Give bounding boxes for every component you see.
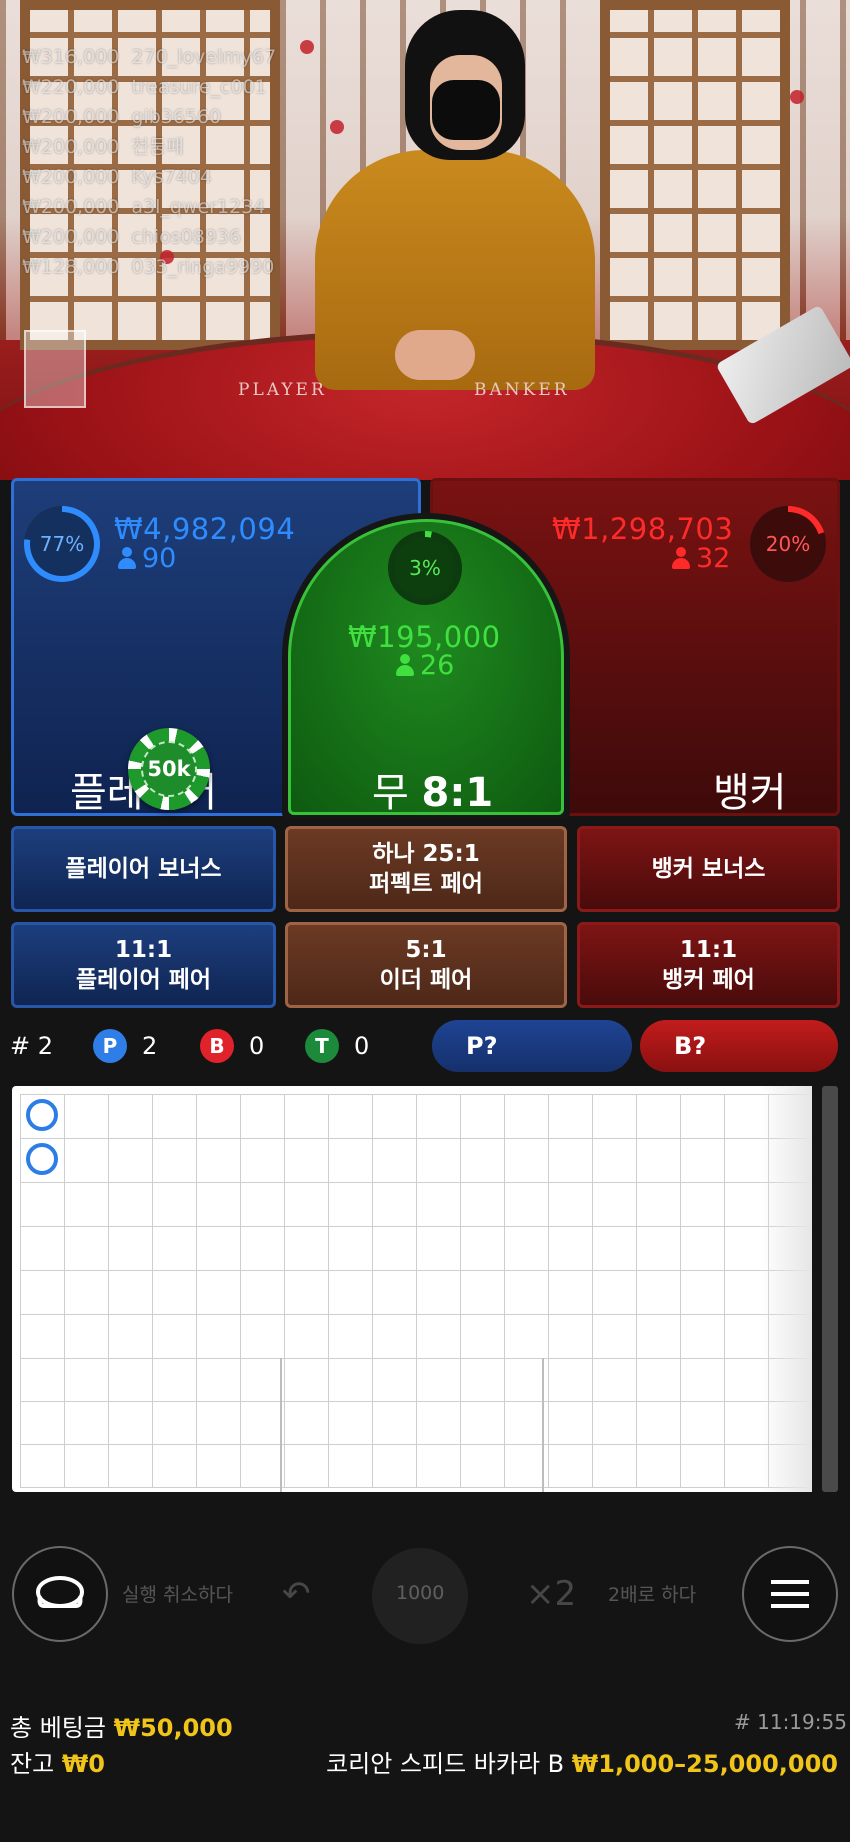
- player-pair-label: 플레이어 페어: [76, 967, 211, 993]
- blossom-decoration: [300, 40, 314, 54]
- player-pair-button[interactable]: 11:1 플레이어 페어: [11, 922, 276, 1008]
- tie-win-icon: T: [305, 1029, 339, 1063]
- total-bet: 총 베팅금 ₩50,000: [10, 1708, 233, 1743]
- blossom-decoration: [330, 120, 344, 134]
- banker-bonus-button[interactable]: 뱅커 보너스: [577, 826, 840, 912]
- player-result-marker: [26, 1143, 58, 1175]
- person-icon: [118, 547, 136, 569]
- winner-row: ₩200,000 a3l_qwer1234: [22, 196, 266, 218]
- player-bettors: 90: [118, 543, 176, 574]
- player-win-icon: P: [93, 1029, 127, 1063]
- dealer-hands: [395, 330, 475, 380]
- winner-row: ₩128,000 033_ringa9990: [22, 256, 275, 278]
- banker-title: 뱅커: [713, 770, 787, 816]
- total-bet-label: 총 베팅금: [10, 1714, 106, 1742]
- felt-banker-label: BANKER: [474, 380, 570, 400]
- either-pair-odds: 5:1: [405, 937, 447, 963]
- tie-bettors-count: 26: [420, 650, 455, 681]
- tie-percent: 3%: [409, 556, 441, 580]
- player-pair-odds: 11:1: [114, 937, 173, 963]
- double-label[interactable]: 2배로 하다: [608, 1580, 696, 1607]
- roadmap-fade: [760, 1086, 812, 1492]
- balance: 잔고 ₩0: [10, 1744, 105, 1779]
- banker-predict-button[interactable]: B?: [640, 1020, 838, 1072]
- grid-divider: [542, 1358, 544, 1492]
- either-pair-label: 이더 페어: [379, 967, 473, 993]
- person-icon: [672, 547, 690, 569]
- tie-odds: 8:1: [421, 770, 494, 816]
- chat-button[interactable]: [12, 1546, 108, 1642]
- tie-bettors: 26: [396, 650, 454, 681]
- felt-player-label: PLAYER: [238, 380, 327, 400]
- double-icon[interactable]: ×2: [526, 1574, 576, 1614]
- person-icon: [396, 654, 414, 676]
- grid-divider: [280, 1358, 282, 1492]
- tie-label: 무: [372, 770, 409, 816]
- blossom-decoration: [790, 90, 804, 104]
- winner-row: ₩200,000 gib36560: [22, 106, 222, 128]
- recent-winners-list: ₩316,000 270_lovelmy67 ₩220,000 treasure_c…: [22, 42, 276, 282]
- banker-pair-button[interactable]: 11:1 뱅커 페어: [577, 922, 840, 1008]
- undo-icon[interactable]: ↶: [282, 1574, 311, 1614]
- player-bettors-count: 90: [142, 543, 177, 574]
- either-pair-button[interactable]: 5:1 이더 페어: [285, 922, 567, 1008]
- round-number: # 2: [10, 1032, 54, 1060]
- undo-label[interactable]: 실행 취소하다: [122, 1580, 233, 1607]
- live-dealer-video: PLAYER BANKER ₩316,000 270_lovelmy67 ₩220…: [0, 0, 850, 480]
- winner-row: ₩200,000 Kys7404: [22, 166, 212, 188]
- total-bet-amount: ₩50,000: [113, 1714, 233, 1742]
- menu-icon: [771, 1580, 809, 1608]
- lattice-panel-right: [600, 0, 790, 350]
- roadmap-scoreboard[interactable]: [12, 1086, 812, 1492]
- balance-label: 잔고: [10, 1750, 55, 1778]
- banker-pair-odds: 11:1: [679, 937, 738, 963]
- perfect-pair-label: 퍼펙트 페어: [369, 871, 483, 897]
- banker-bettors: 32: [672, 543, 730, 574]
- chip-selector-value: 1000: [396, 1582, 445, 1604]
- banker-total-amount: ₩1,298,703: [552, 512, 734, 546]
- dealer-mask: [432, 80, 500, 140]
- table-limits: ₩1,000–25,000,000: [571, 1750, 838, 1778]
- banker-bettors-count: 32: [696, 543, 731, 574]
- banker-win-count: 0: [249, 1032, 265, 1060]
- table-info: 코리안 스피드 바카라 B ₩1,000–25,000,000: [326, 1744, 838, 1779]
- tie-total-amount: ₩195,000: [348, 620, 501, 654]
- discard-holder: [24, 330, 86, 408]
- player-predict-button[interactable]: P?: [432, 1020, 632, 1072]
- player-bonus-button[interactable]: 플레이어 보너스: [11, 826, 276, 912]
- player-win-count: 2: [142, 1032, 158, 1060]
- chat-icon: [36, 1576, 84, 1608]
- banker-percent: 20%: [765, 532, 811, 556]
- menu-button[interactable]: [742, 1546, 838, 1642]
- derived-roads-grid: [20, 1358, 812, 1488]
- winner-row: ₩200,000 chios08936: [22, 226, 242, 248]
- winner-row: ₩200,000 천둥패: [22, 136, 184, 158]
- placed-chip-value: 50k: [141, 741, 197, 797]
- player-total-amount: ₩4,982,094: [114, 512, 296, 546]
- table-name: 코리안 스피드 바카라 B: [326, 1750, 565, 1778]
- game-id: # 11:19:55: [734, 1710, 847, 1734]
- banker-win-icon: B: [200, 1029, 234, 1063]
- big-road-grid: [20, 1094, 812, 1358]
- balance-amount: ₩0: [61, 1750, 105, 1778]
- winner-row: ₩316,000 270_lovelmy67: [22, 46, 277, 68]
- banker-pair-label: 뱅커 페어: [662, 967, 755, 993]
- player-result-marker: [26, 1099, 58, 1131]
- winner-row: ₩220,000 treasure_c001: [22, 76, 267, 98]
- perfect-pair-button[interactable]: 하나 25:1 퍼펙트 페어: [285, 826, 567, 912]
- banker-bonus-label: 뱅커 보너스: [651, 856, 766, 882]
- player-bonus-label: 플레이어 보너스: [65, 856, 222, 882]
- tie-win-count: 0: [354, 1032, 370, 1060]
- tie-title: 무 8:1: [372, 760, 493, 818]
- player-percent: 77%: [39, 532, 85, 556]
- perfect-pair-odds: 하나 25:1: [372, 841, 480, 867]
- roadmap-scrollbar[interactable]: [822, 1086, 838, 1492]
